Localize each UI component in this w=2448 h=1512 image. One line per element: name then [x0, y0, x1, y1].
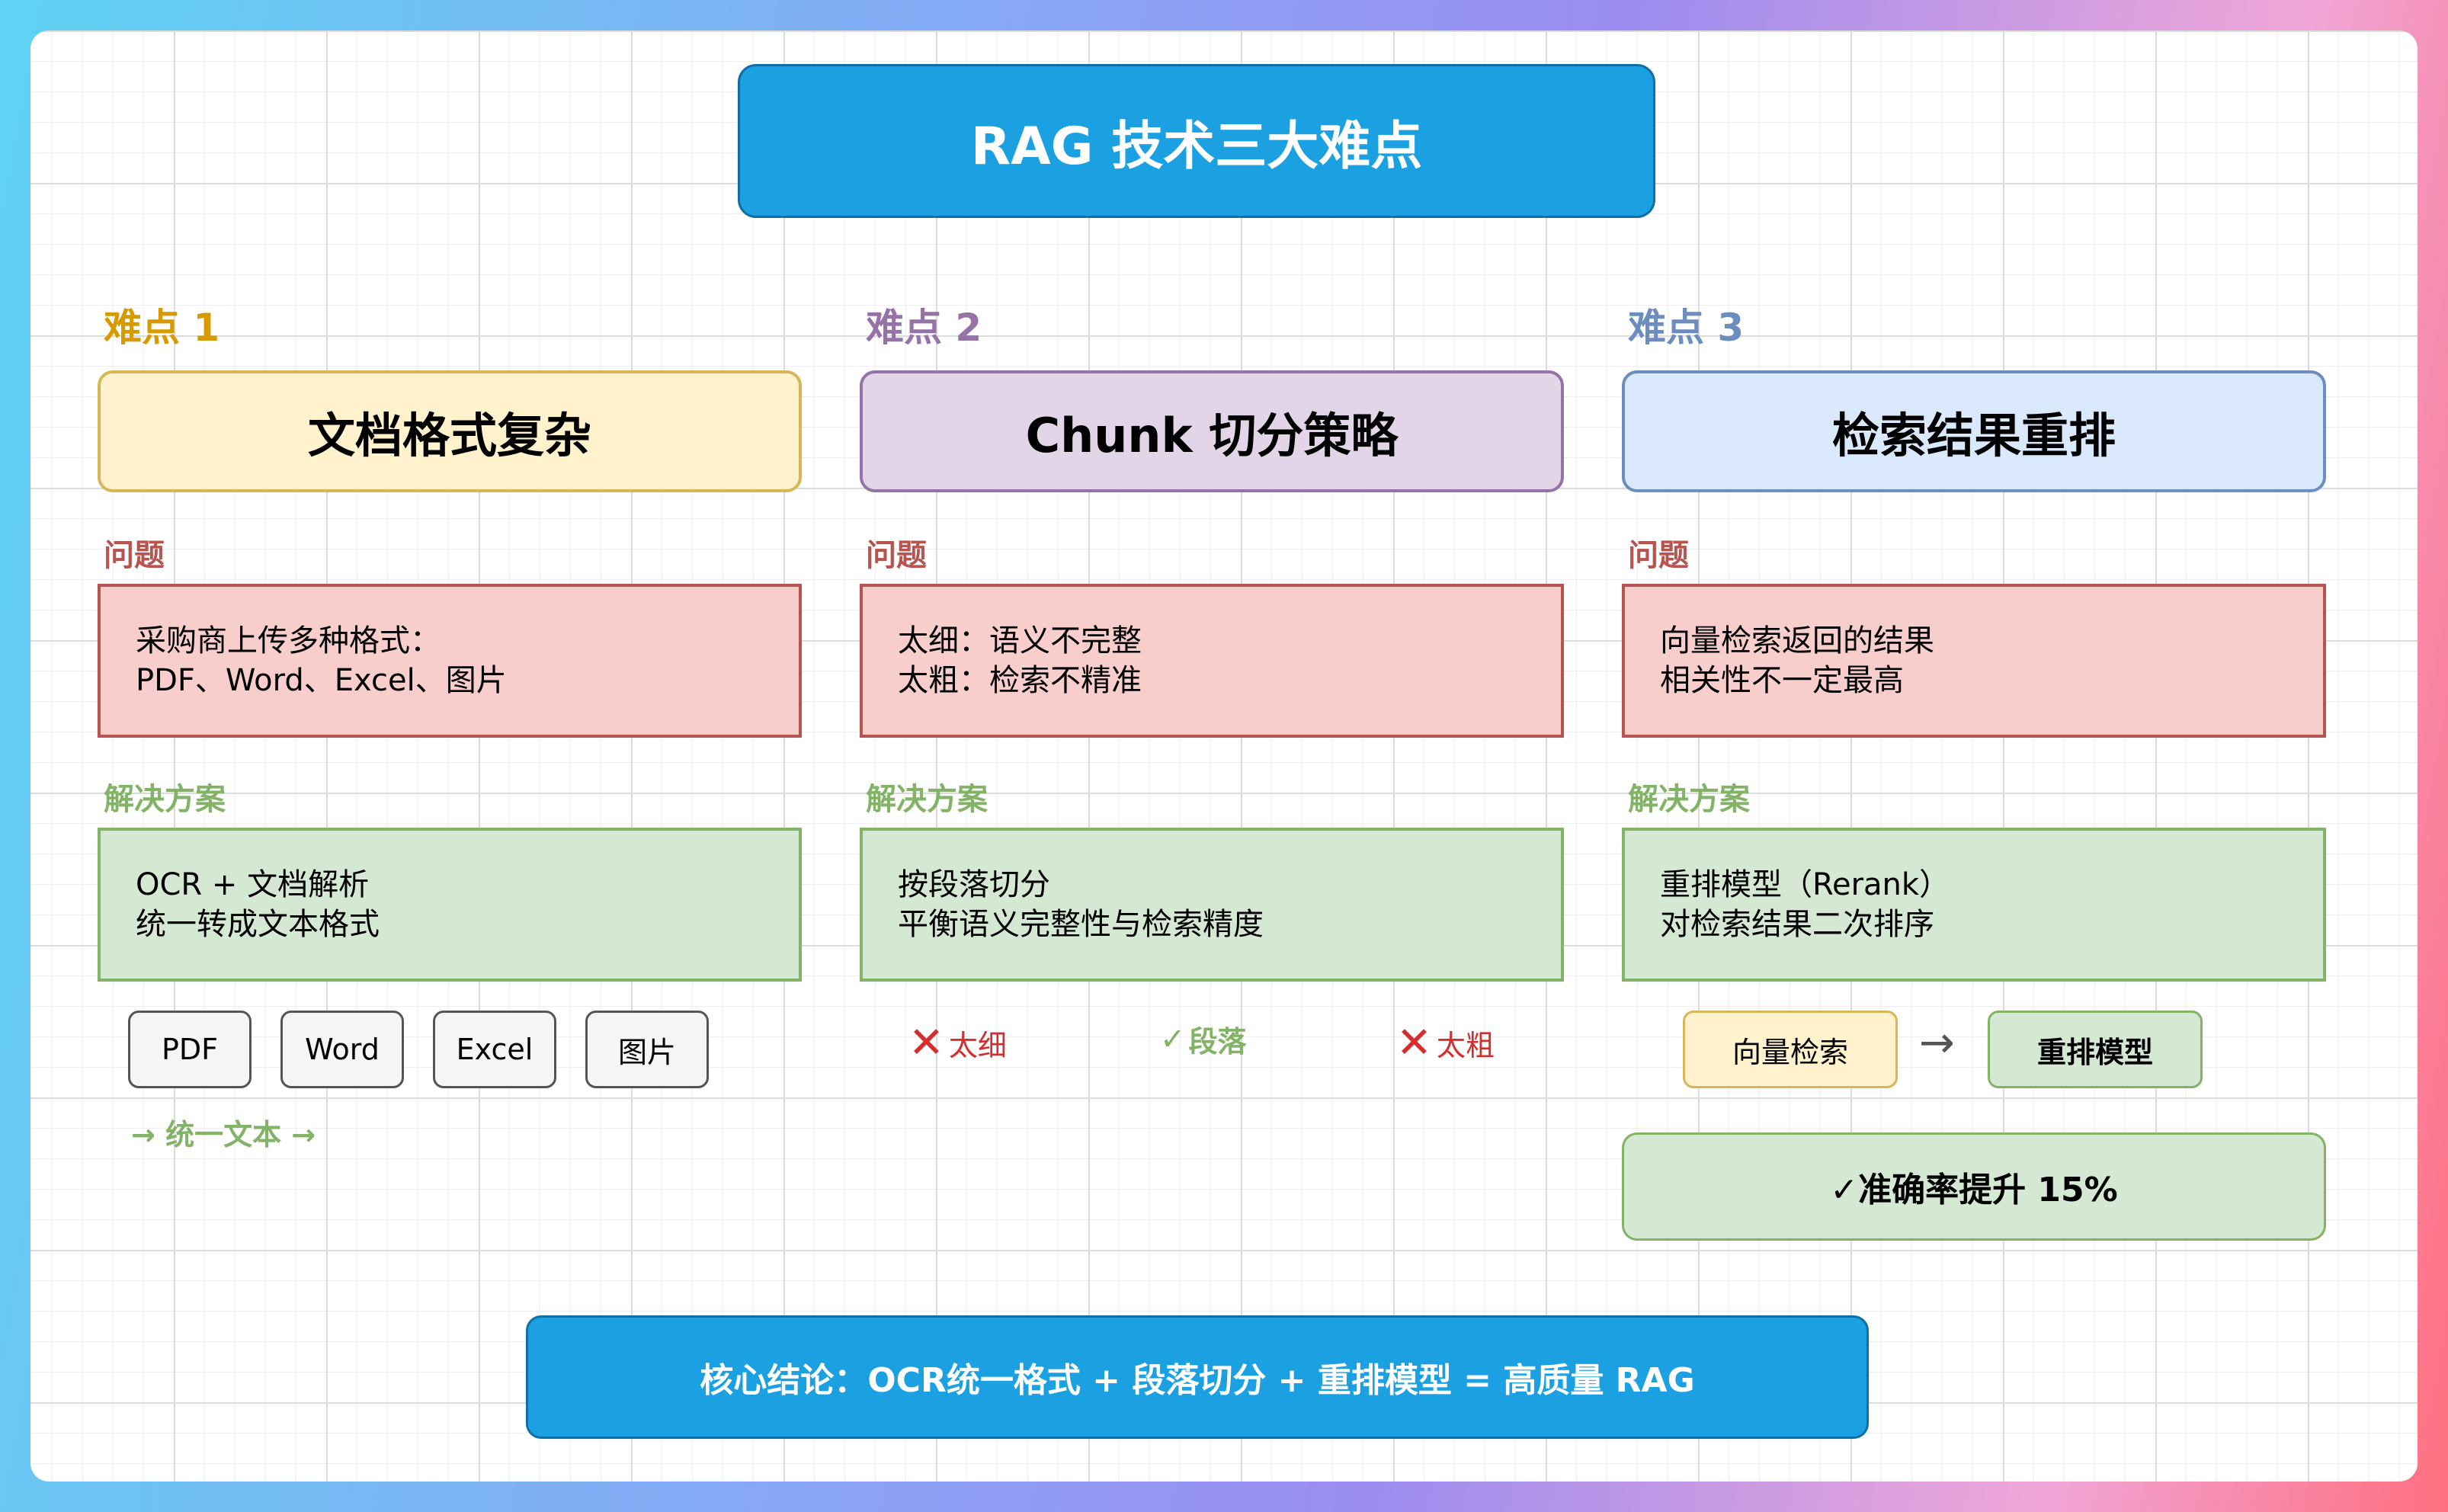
format-pdf: PDF	[128, 1011, 252, 1088]
diagram-canvas: RAG 技术三大难点 难点 1 文档格式复杂 问题 采购商上传多种格式： PDF…	[30, 30, 2418, 1482]
problem-line: 相关性不一定最高	[1660, 663, 1904, 698]
difficulty-1-heading: 文档格式复杂	[98, 370, 802, 492]
problem-line: PDF、Word、Excel、图片	[136, 663, 507, 698]
difficulty-3-problem-label: 问题	[1628, 538, 1689, 573]
problem-line: 太细：语义不完整	[898, 623, 1142, 658]
solution-line: 重排模型（Rerank）	[1660, 867, 1950, 902]
difficulty-3-problem-box: 向量检索返回的结果 相关性不一定最高	[1622, 584, 2326, 738]
solution-line: 平衡语义完整性与检索精度	[898, 907, 1264, 942]
chunk-option-too-fine: ✕ 太细	[908, 1018, 1007, 1068]
format-excel: Excel	[433, 1011, 556, 1088]
difficulty-2-problem-box: 太细：语义不完整 太粗：检索不精准	[860, 584, 1564, 738]
unified-text-note: → 统一文本 →	[131, 1118, 316, 1152]
difficulty-3-solution-box: 重排模型（Rerank） 对检索结果二次排序	[1622, 828, 2326, 982]
difficulty-1-solution-label: 解决方案	[104, 782, 226, 817]
chunk-option-label: 段落	[1188, 1025, 1247, 1059]
cross-icon: ✕	[908, 1018, 944, 1068]
problem-line: 太粗：检索不精准	[898, 663, 1142, 698]
difficulty-1-problem-box: 采购商上传多种格式： PDF、Word、Excel、图片	[98, 584, 802, 738]
chunk-option-paragraph: ✓ 段落	[1160, 1018, 1247, 1060]
difficulty-1-problem-label: 问题	[104, 538, 165, 573]
problem-line: 向量检索返回的结果	[1660, 623, 1934, 658]
difficulty-1-solution-box: OCR + 文档解析 统一转成文本格式	[98, 828, 802, 982]
chunk-option-label: 太粗	[1436, 1029, 1495, 1062]
solution-line: OCR + 文档解析	[136, 867, 370, 902]
problem-line: 采购商上传多种格式：	[136, 623, 441, 658]
difficulty-3-label: 难点 3	[1628, 306, 1745, 350]
core-conclusion: 核心结论：OCR统一格式 + 段落切分 + 重排模型 = 高质量 RAG	[526, 1315, 1869, 1439]
chunk-option-too-coarse: ✕ 太粗	[1396, 1018, 1495, 1068]
difficulty-3-heading: 检索结果重排	[1622, 370, 2326, 492]
format-image: 图片	[585, 1011, 709, 1088]
difficulty-2-problem-label: 问题	[866, 538, 927, 573]
vector-search-pill: 向量检索	[1683, 1011, 1898, 1088]
cross-icon: ✕	[1396, 1018, 1432, 1068]
accuracy-result: ✓准确率提升 15%	[1622, 1132, 2326, 1241]
difficulty-2-solution-box: 按段落切分 平衡语义完整性与检索精度	[860, 828, 1564, 982]
solution-line: 按段落切分	[898, 867, 1050, 902]
check-icon: ✓	[1160, 1021, 1186, 1057]
difficulty-2-solution-label: 解决方案	[866, 782, 988, 817]
diagram-title: RAG 技术三大难点	[738, 64, 1655, 218]
difficulty-3-solution-label: 解决方案	[1628, 782, 1750, 817]
rerank-model-pill: 重排模型	[1988, 1011, 2203, 1088]
solution-line: 对检索结果二次排序	[1660, 907, 1934, 942]
chunk-option-label: 太细	[948, 1029, 1007, 1062]
flow-arrow-icon: →	[1919, 1018, 1955, 1068]
difficulty-1-label: 难点 1	[104, 306, 220, 350]
format-word: Word	[280, 1011, 404, 1088]
difficulty-2-heading: Chunk 切分策略	[860, 370, 1564, 492]
difficulty-2-label: 难点 2	[866, 306, 982, 350]
solution-line: 统一转成文本格式	[136, 907, 380, 942]
